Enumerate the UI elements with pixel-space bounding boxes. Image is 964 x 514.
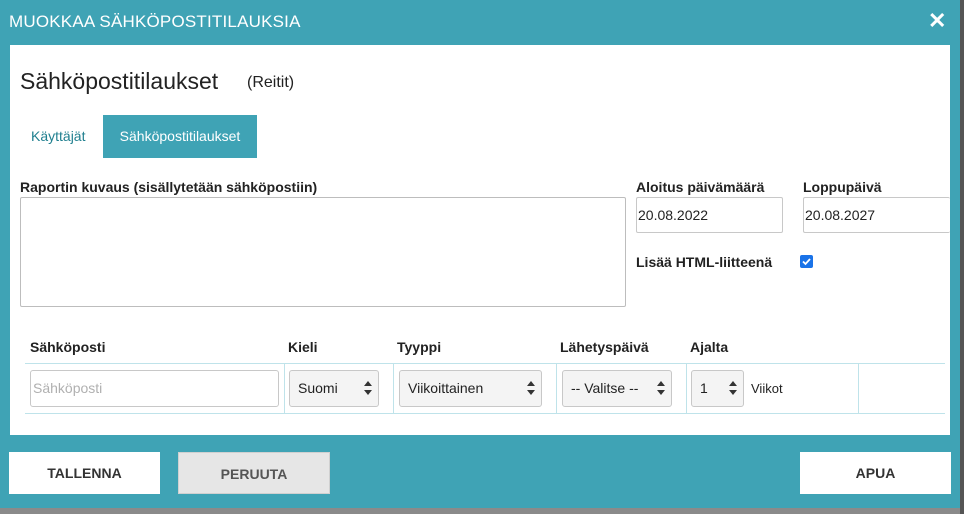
description-label: Raportin kuvaus (sisällytetään sähköpost… [20,179,318,195]
save-button[interactable]: TALLENNA [9,452,160,494]
tab-email-subscriptions[interactable]: Sähköpostitilaukset [103,115,257,158]
column-divider [284,363,285,413]
select-arrows-icon [657,381,665,395]
end-date-label: Loppupäivä [803,179,882,195]
column-divider [858,363,859,413]
period-value-select-value: 1 [700,380,708,396]
send-day-select-value: -- Valitse -- [571,380,639,396]
background-page-edge [0,508,964,514]
type-select-value: Viikoittainen [408,380,484,396]
column-divider [556,363,557,413]
background-page-edge [960,0,964,514]
column-header-email: Sähköposti [30,339,106,355]
select-arrows-icon [729,381,737,395]
close-icon[interactable]: ✕ [928,10,946,32]
html-attachment-checkbox[interactable] [800,255,813,268]
help-button[interactable]: APUA [800,452,951,494]
description-textarea[interactable] [20,197,626,307]
column-header-period: Ajalta [690,339,729,355]
language-select[interactable]: Suomi [289,370,379,407]
column-divider [393,363,394,413]
tab-users[interactable]: Käyttäjät [21,115,95,158]
cancel-button[interactable]: PERUUTA [178,452,330,494]
column-header-language: Kieli [288,339,318,355]
page-subtitle: (Reitit) [247,74,295,91]
start-date-input[interactable]: 20.08.2022 [636,197,783,233]
send-day-select[interactable]: -- Valitse -- [562,370,672,407]
page-title: Sähköpostitilaukset [20,68,219,94]
type-select[interactable]: Viikoittainen [399,370,542,407]
start-date-label: Aloitus päivämäärä [636,179,765,195]
dialog-titlebar: MUOKKAA SÄHKÖPOSTITILAUKSIA ✕ [0,0,964,44]
select-arrows-icon [527,381,535,395]
column-divider [686,363,687,413]
table-divider-bottom [25,413,945,414]
column-header-type: Tyyppi [397,339,442,355]
html-attachment-label: Lisää HTML-liitteenä [636,254,773,270]
end-date-input[interactable]: 20.08.2027 [803,197,950,233]
language-select-value: Suomi [298,380,338,396]
period-value-select[interactable]: 1 [691,370,744,407]
period-unit-label: Viikot [751,381,783,396]
column-header-send-day: Lähetyspäivä [560,339,649,355]
checkmark-icon [802,258,811,266]
select-arrows-icon [364,381,372,395]
table-divider-top [25,363,945,364]
dialog-title: MUOKKAA SÄHKÖPOSTITILAUKSIA [9,12,301,31]
email-input[interactable]: Sähköposti [30,370,279,407]
dialog-panel: Sähköpostitilaukset (Reitit) Käyttäjät S… [10,45,950,435]
